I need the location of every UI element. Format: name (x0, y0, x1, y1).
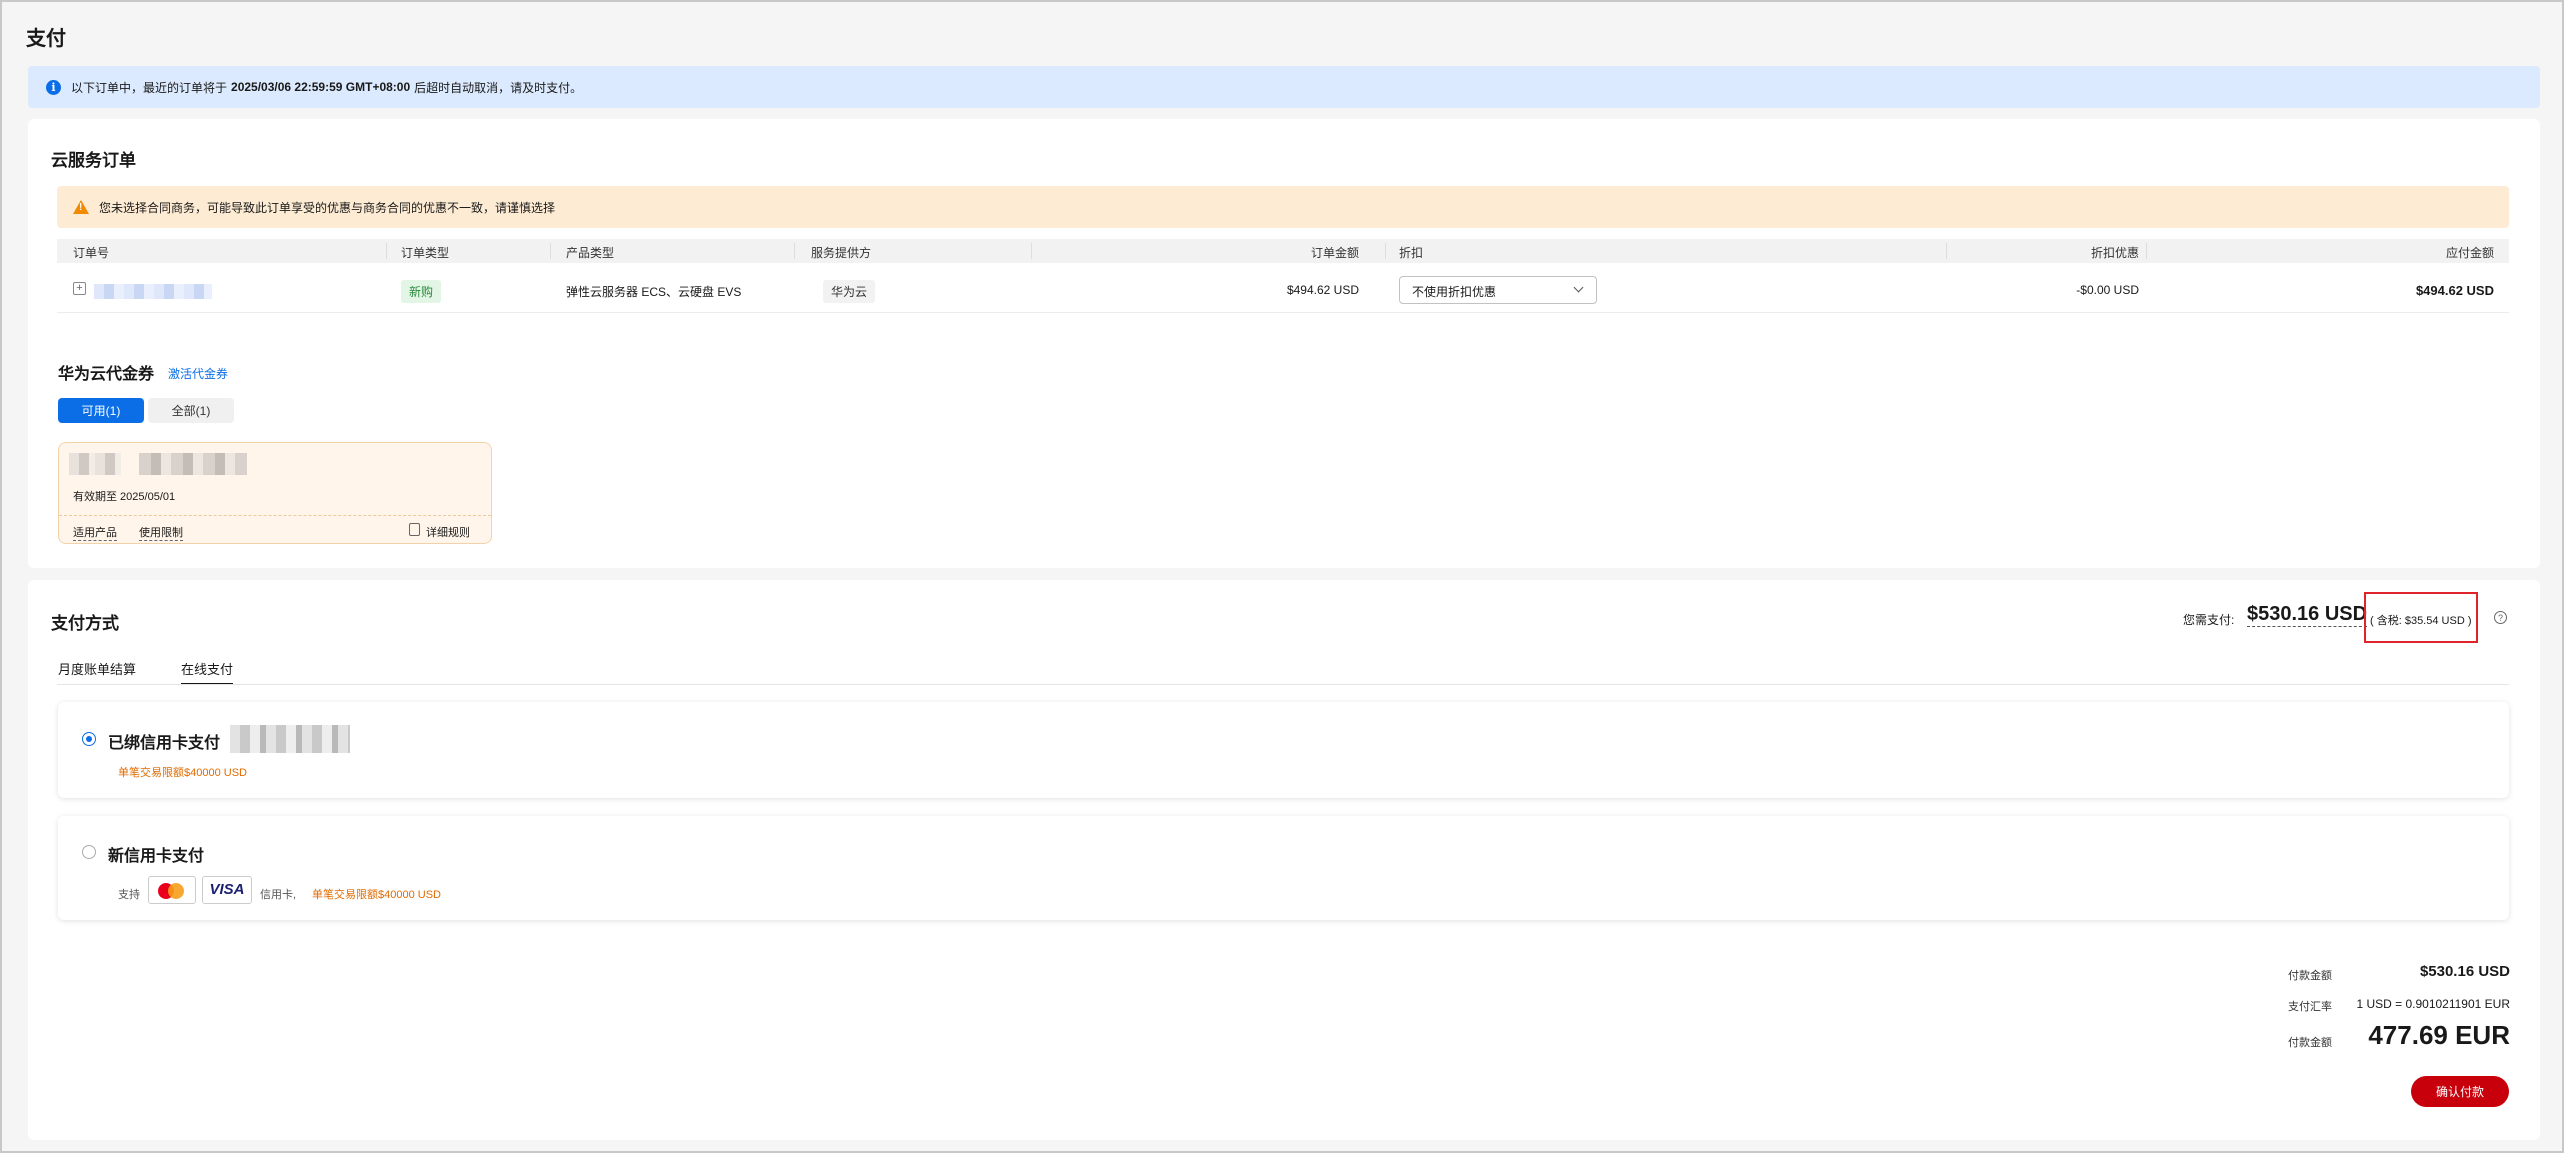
order-amount: $494.62 USD (1286, 283, 1359, 297)
need-pay-label: 您需支付: (2183, 613, 2235, 627)
bound-card-radio[interactable] (82, 732, 96, 746)
info-icon: i (46, 79, 61, 95)
amount-value: $530.16 USD (2419, 963, 2510, 980)
order-number-redacted[interactable] (94, 284, 212, 299)
tab-monthly-billing[interactable]: 月度账单结算 (58, 659, 136, 678)
orders-table-header: 订单号 订单类型 产品类型 服务提供方 订单金额 折扣 折扣优惠 应付金额 (57, 239, 2509, 263)
tab-available-vouchers[interactable]: 可用(1) (58, 398, 144, 423)
warning-icon (73, 200, 89, 214)
payable-amount: $494.62 USD (2415, 283, 2494, 298)
amount-label: 付款金额 (2288, 970, 2332, 982)
discount-select[interactable]: 不使用折扣优惠 (1399, 276, 1597, 304)
notice-suffix: 后超时自动取消，请及时支付。 (414, 80, 583, 95)
confirm-payment-button[interactable]: 确认付款 (2411, 1076, 2509, 1107)
col-discount: 折扣 (1399, 246, 1424, 260)
orders-card: 云服务订单 您未选择合同商务，可能导致此订单享受的优惠与商务合同的优惠不一致，请… (28, 119, 2540, 568)
support-label: 支持 (118, 889, 140, 901)
col-order-amount: 订单金额 (1310, 246, 1359, 260)
voucher-expiry: 有效期至 2025/05/01 (73, 491, 176, 503)
mastercard-icon (148, 876, 196, 904)
applicable-products-link[interactable]: 适用产品 (73, 524, 117, 541)
bound-card-limit: 单笔交易限额$40000 USD (118, 767, 247, 779)
notice-prefix: 以下订单中，最近的订单将于 (71, 80, 228, 95)
payment-title: 支付方式 (51, 614, 119, 633)
col-order-type: 订单类型 (401, 246, 450, 260)
voucher-title: 华为云代金券 (58, 366, 155, 383)
tab-all-vouchers[interactable]: 全部(1) (148, 398, 234, 423)
voucher-amount-redacted (69, 453, 121, 475)
new-card-option[interactable]: 新信用卡支付 支持 VISA 信用卡, 单笔交易限额$40000 USD (58, 816, 2509, 920)
help-icon[interactable]: ? (2494, 611, 2507, 624)
tax-text: ( 含税: $35.54 USD ) (2370, 615, 2472, 627)
rate-label: 支付汇率 (2288, 1001, 2332, 1013)
provider-badge: 华为云 (823, 280, 876, 303)
detailed-rules-link[interactable]: 详细规则 (426, 524, 470, 540)
discount-select-value: 不使用折扣优惠 (1412, 285, 1497, 299)
credit-card-label: 信用卡, (260, 889, 297, 901)
activate-voucher-link[interactable]: 激活代金券 (168, 365, 228, 382)
warning-text: 您未选择合同商务，可能导致此订单享受的优惠与商务合同的优惠不一致，请谨慎选择 (99, 200, 556, 215)
contract-warning: 您未选择合同商务，可能导致此订单享受的优惠与商务合同的优惠不一致，请谨慎选择 (57, 186, 2509, 228)
bound-card-title: 已绑信用卡支付 (108, 735, 221, 752)
payment-card: 支付方式 您需支付: $530.16 USD ( 含税: $35.54 USD … (28, 580, 2540, 1140)
col-payable: 应付金额 (2445, 246, 2494, 260)
voucher-name-redacted (139, 453, 247, 475)
usage-limits-link[interactable]: 使用限制 (139, 524, 183, 541)
expand-icon[interactable]: + (73, 282, 86, 295)
bound-card-option[interactable]: 已绑信用卡支付 单笔交易限额$40000 USD (58, 702, 2509, 798)
new-card-title: 新信用卡支付 (108, 848, 205, 865)
product-type: 弹性云服务器 ECS、云硬盘 EVS (566, 285, 742, 299)
col-provider: 服务提供方 (811, 246, 872, 260)
card-number-redacted (230, 725, 350, 753)
new-card-radio[interactable] (82, 845, 96, 859)
col-discount-value: 折扣优惠 (2090, 246, 2139, 260)
page-title: 支付 (26, 28, 66, 50)
chevron-down-icon (1573, 282, 1584, 293)
table-row: + 新购 弹性云服务器 ECS、云硬盘 EVS 华为云 $494.62 USD … (57, 267, 2509, 313)
final-amount-value: 477.69 EUR (2368, 1020, 2510, 1050)
need-pay-amount[interactable]: $530.16 USD (2247, 603, 2368, 627)
col-order-no: 订单号 (73, 246, 110, 260)
tab-online-payment[interactable]: 在线支付 (181, 659, 234, 685)
order-type-badge: 新购 (401, 280, 442, 303)
notice-deadline: 2025/03/06 22:59:59 GMT+08:00 (231, 80, 411, 94)
orders-title: 云服务订单 (51, 151, 136, 170)
col-product-type: 产品类型 (566, 246, 615, 260)
new-card-limit: 单笔交易限额$40000 USD (312, 889, 441, 901)
rate-value: 1 USD = 0.9010211901 EUR (2356, 997, 2510, 1011)
document-icon (409, 523, 420, 536)
timeout-notice: i 以下订单中，最近的订单将于 2025/03/06 22:59:59 GMT+… (28, 66, 2540, 108)
final-amount-label: 付款金额 (2288, 1037, 2332, 1049)
discount-value: -$0.00 USD (2076, 283, 2139, 297)
voucher-card[interactable]: 有效期至 2025/05/01 适用产品 使用限制 详细规则 (58, 442, 492, 544)
visa-icon: VISA (202, 876, 252, 904)
